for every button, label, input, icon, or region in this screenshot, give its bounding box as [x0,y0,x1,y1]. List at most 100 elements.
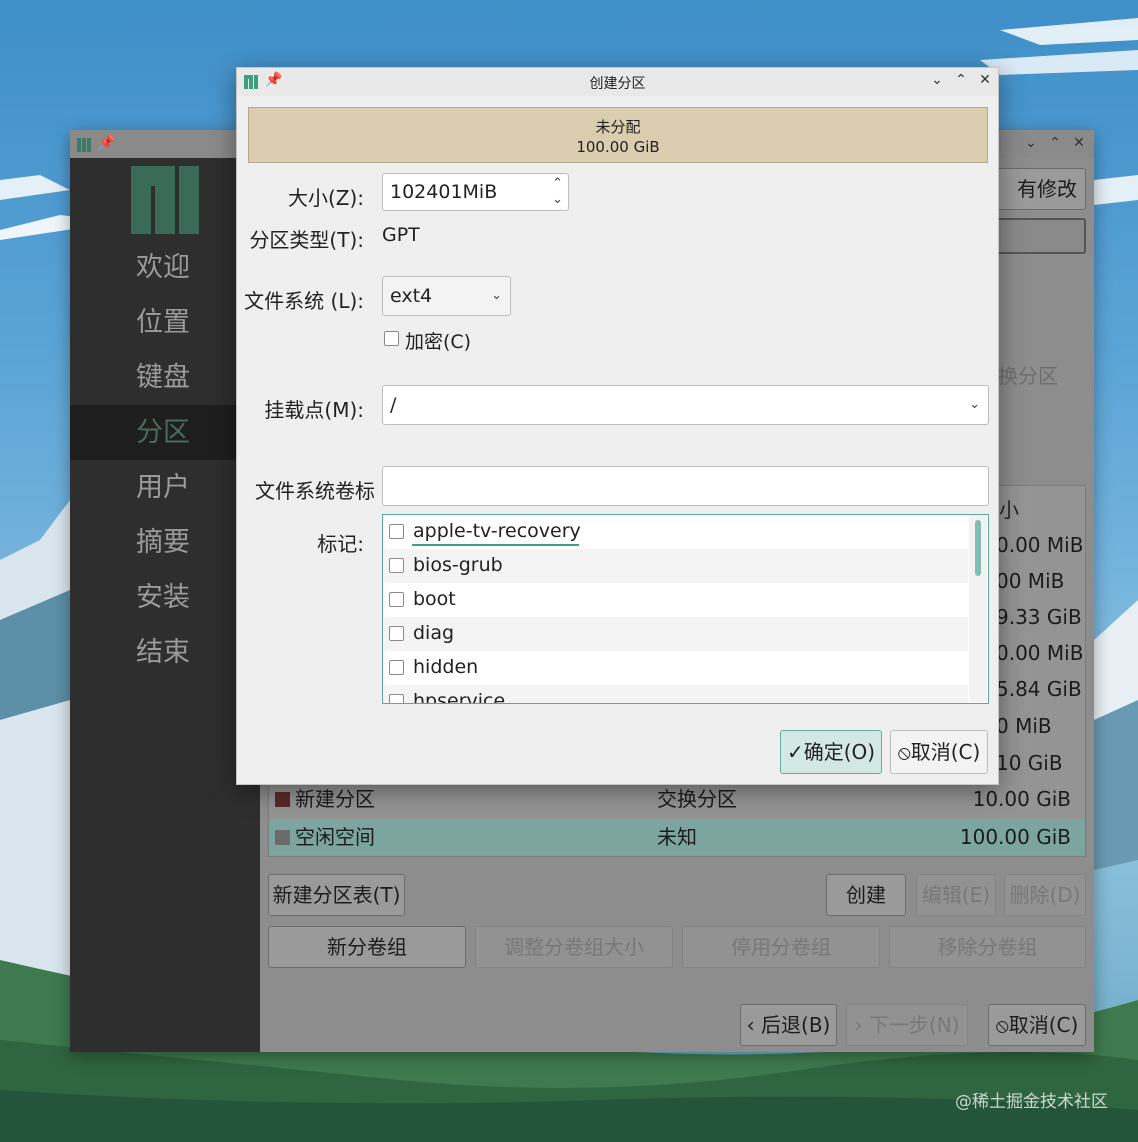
storage-device-combo[interactable] [990,218,1086,254]
list-item[interactable]: boot [384,583,968,617]
flag-label: apple-tv-recovery [413,520,581,542]
installer-sidebar: 欢迎 位置 键盘 分区 用户 摘要 安装 结束 [70,158,260,1052]
filesystem-combo[interactable]: ext4 ⌄ [382,276,511,316]
dialog-title: 创建分区 [589,76,646,92]
create-partition-dialog: 📌 创建分区 ⌄ ⌃ ✕ 未分配 100.00 GiB 大小(Z): 10240… [236,67,999,785]
size-cell: 0.00 MiB [996,641,1084,665]
next-button[interactable]: › 下一步(N) [846,1004,968,1046]
size-cell: 00 MiB [996,569,1065,593]
maximize-icon[interactable]: ⌃ [952,72,970,88]
manjaro-logo [131,166,199,234]
flag-checkbox[interactable] [389,694,404,703]
flag-label: diag [413,622,455,644]
flag-checkbox[interactable] [389,592,404,607]
chevron-down-icon: ⌄ [491,288,502,303]
cancel-icon: ⦸ [995,1013,1009,1037]
table-row[interactable]: 新建分区 交换分区 10.00 GiB [269,781,1085,817]
size-column-header: 小 [999,498,1019,522]
partition-type: 交换分区 [657,787,737,811]
filesystem-label-input[interactable] [382,466,989,506]
unallocated-size: 100.00 GiB [576,138,660,156]
partition-type-value: GPT [382,224,420,246]
table-row[interactable]: 空闲空间 未知 100.00 GiB [269,819,1085,855]
watermark: @稀土掘金技术社区 [955,1092,1108,1112]
list-item[interactable]: bios-grub [384,549,968,583]
spin-down-icon[interactable]: ⌄ [552,182,563,218]
sidebar-item-finish: 结束 [136,637,190,668]
new-partition-table-button[interactable]: 新建分区表(T) [268,874,405,916]
size-cell: 10 GiB [996,751,1063,775]
pin-icon[interactable]: 📌 [98,135,116,151]
manjaro-icon [77,138,91,152]
flag-checkbox[interactable] [389,660,404,675]
size-spinbox[interactable]: 102401MiB ⌃ ⌄ [382,173,569,211]
list-item[interactable]: apple-tv-recovery [384,515,968,549]
minimize-icon[interactable]: ⌄ [928,72,946,88]
ok-button[interactable]: ✓确定(O) [780,730,882,774]
minimize-icon[interactable]: ⌄ [1022,135,1040,151]
size-cell: 0.00 MiB [996,533,1084,557]
flag-label: hidden [413,656,479,678]
flags-scrollbar[interactable] [969,516,987,702]
encrypt-label[interactable]: 加密(C) [405,327,471,354]
cancel-button[interactable]: ⦸取消(C) [890,730,988,774]
scrollbar-thumb[interactable] [975,520,981,576]
list-item[interactable]: hidden [384,651,968,685]
mount-point-label: 挂载点(M): [264,398,364,422]
back-button-label: 后退(B) [761,1013,831,1037]
cancel-icon: ⦸ [897,740,911,764]
partition-size: 100.00 GiB [959,825,1071,849]
flag-checkbox[interactable] [389,524,404,539]
partition-name: 新建分区 [295,787,375,811]
mount-point-combo[interactable]: / ⌄ [382,385,989,425]
size-cell: 5.84 GiB [996,677,1082,701]
flag-checkbox[interactable] [389,626,404,641]
partition-size: 10.00 GiB [972,787,1071,811]
cancel-button-label: 取消(C) [910,740,981,764]
close-icon[interactable]: ✕ [1070,135,1088,151]
size-value: 102401MiB [390,181,498,203]
edit-button[interactable]: 编辑(E) [916,874,996,916]
flags-list[interactable]: apple-tv-recovery bios-grub boot diag hi… [382,514,989,704]
partition-type-label: 分区类型(T): [249,228,364,252]
partition-color-swatch [275,792,290,807]
maximize-icon[interactable]: ⌃ [1046,135,1064,151]
sidebar-item-summary: 摘要 [136,527,190,558]
delete-button[interactable]: 删除(D) [1004,874,1086,916]
filesystem-label: 文件系统 (L): [244,289,364,313]
resize-volume-group-button[interactable]: 调整分卷组大小 [475,926,673,968]
new-volume-group-button[interactable]: 新分卷组 [268,926,466,968]
mount-point-value: / [390,394,397,416]
sidebar-item-location: 位置 [136,307,190,338]
list-item[interactable]: diag [384,617,968,651]
flag-checkbox[interactable] [389,558,404,573]
chevron-left-icon: ‹ [746,1013,762,1037]
partition-color-swatch [275,830,290,845]
sidebar-item-users: 用户 [136,472,190,503]
partition-type: 未知 [657,825,697,849]
size-cell: 0 MiB [996,714,1052,738]
ok-button-label: 确定(O) [803,740,876,764]
flag-label: hpservice [413,690,506,704]
unallocated-space-bar: 未分配 100.00 GiB [248,107,988,163]
deactivate-volume-group-button[interactable]: 停用分卷组 [682,926,880,968]
encrypt-checkbox[interactable] [384,331,399,346]
filesystem-value: ext4 [390,285,433,307]
flags-label: 标记: [317,532,364,556]
next-button-label: 下一步(N) [868,1013,960,1037]
chevron-down-icon: ⌄ [969,397,980,412]
checkmark-icon: ✓ [786,740,804,764]
filesystem-label-label: 文件系统卷标 [255,479,375,503]
installer-cancel-label: 取消(C) [1008,1013,1079,1037]
sidebar-item-partitions: 分区 [70,405,260,460]
list-item[interactable]: hpservice [384,685,968,704]
remove-volume-group-button[interactable]: 移除分卷组 [889,926,1086,968]
installer-cancel-button[interactable]: ⦸取消(C) [988,1004,1086,1046]
revert-button[interactable]: 有修改(R) [990,168,1086,241]
back-button[interactable]: ‹ 后退(B) [740,1004,837,1046]
close-icon[interactable]: ✕ [976,72,994,88]
flag-label: bios-grub [413,554,503,576]
unallocated-label: 未分配 [595,118,641,136]
sidebar-item-install: 安装 [136,582,190,613]
create-button[interactable]: 创建 [826,874,906,916]
